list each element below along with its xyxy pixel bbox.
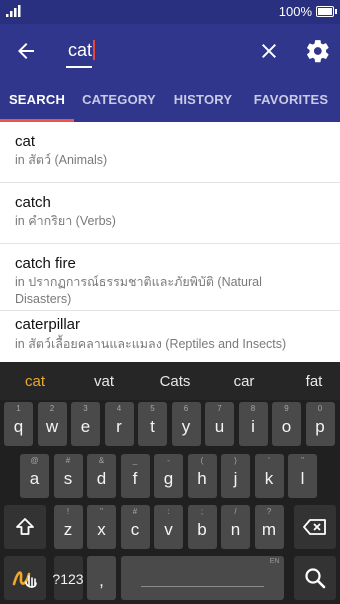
result-category: in ปรากฏการณ์ธรรมชาติและภัยพิบัติ (Natur… [15, 275, 262, 306]
suggestion-item[interactable]: fat [287, 362, 340, 400]
search-toolbar: cat [0, 24, 340, 78]
key-d[interactable]: & d [87, 454, 116, 498]
comma-key[interactable]: , [87, 556, 116, 600]
key-a[interactable]: @ a [20, 454, 49, 498]
key-o[interactable]: 9o [272, 402, 301, 446]
key-i[interactable]: 8i [238, 402, 268, 446]
search-input[interactable]: cat [68, 40, 96, 61]
search-results-list: cat in สัตว์ (Animals) catch in คำกริยา … [0, 122, 340, 360]
close-icon[interactable] [257, 39, 281, 63]
key-r[interactable]: 4r [104, 402, 134, 446]
swype-key[interactable] [4, 556, 46, 600]
result-word: caterpillar [15, 316, 81, 333]
space-bar-mark [140, 586, 264, 587]
key-b[interactable]: ; b [187, 505, 217, 549]
key-x[interactable]: " x [87, 505, 116, 549]
search-query-text: cat [68, 40, 93, 60]
gear-icon[interactable] [305, 38, 331, 64]
key-j[interactable]: ) j [221, 454, 250, 498]
key-h[interactable]: (h [187, 454, 217, 498]
backspace-key[interactable] [294, 505, 336, 549]
tab-favorites[interactable]: FAVORITES [242, 78, 340, 122]
list-item[interactable]: cat in สัตว์ (Animals) [0, 122, 340, 183]
key-k[interactable]: ' k [254, 454, 284, 498]
key-f[interactable]: _ f [120, 454, 150, 498]
search-icon [305, 568, 326, 589]
key-c[interactable]: # c [120, 505, 150, 549]
result-word: catch [15, 194, 51, 211]
key-s[interactable]: # s [53, 454, 83, 498]
key-y[interactable]: 6y [171, 402, 201, 446]
battery-icon [316, 6, 337, 17]
suggestion-item[interactable]: car [217, 362, 271, 400]
key-z[interactable]: ! z [53, 505, 83, 549]
text-cursor [93, 40, 96, 60]
key-u[interactable]: 7u [205, 402, 234, 446]
key-v[interactable]: :v [154, 505, 183, 549]
list-item[interactable]: catch fire in ปรากฏการณ์ธรรมชาติและภัยพิ… [0, 244, 340, 311]
signal-icon [6, 5, 21, 17]
key-w[interactable]: 2w [37, 402, 67, 446]
suggestion-item[interactable]: Cats [148, 362, 202, 400]
tab-search[interactable]: SEARCH [0, 78, 74, 122]
search-key[interactable] [294, 556, 336, 600]
tab-category[interactable]: CATEGORY [74, 78, 164, 122]
key-e[interactable]: 3e [71, 402, 100, 446]
result-category: in สัตว์เลื้อยคลานและแมลง (Reptiles and … [15, 337, 287, 351]
result-category: in คำกริยา (Verbs) [15, 214, 116, 228]
battery-percentage: 100% [278, 4, 312, 19]
suggestion-item[interactable]: vat [77, 362, 131, 400]
tab-bar: SEARCH CATEGORY HISTORY FAVORITES [0, 78, 340, 122]
shift-icon [16, 518, 34, 535]
suggestion-item[interactable]: cat [8, 362, 62, 400]
key-g[interactable]: -g [154, 454, 183, 498]
back-arrow-icon[interactable] [14, 39, 38, 63]
result-word: catch fire [15, 255, 76, 272]
key-q[interactable]: 1q [4, 402, 33, 446]
shift-key[interactable] [4, 505, 46, 549]
search-input-underline [66, 66, 92, 68]
status-bar: 100% [0, 0, 340, 24]
swype-icon [12, 571, 37, 588]
key-n[interactable]: / n [221, 505, 250, 549]
list-item[interactable]: catch in คำกริยา (Verbs) [0, 183, 340, 244]
key-l[interactable]: " l [288, 454, 317, 498]
key-p[interactable]: 0p [305, 402, 335, 446]
symbols-key[interactable]: ?123 [52, 556, 84, 600]
suggestion-strip: cat vat Cats car fat [0, 362, 340, 400]
key-t[interactable]: 5t [138, 402, 167, 446]
result-word: cat [15, 133, 36, 150]
soft-keyboard: cat vat Cats car fat 1q 2w 3e 4r 5t 6y 7… [0, 362, 340, 604]
list-item[interactable]: caterpillar in สัตว์เลื้อยคลานและแมลง (R… [0, 311, 340, 360]
key-m[interactable]: ? m [254, 505, 284, 549]
backspace-icon [303, 519, 326, 535]
tab-history[interactable]: HISTORY [164, 78, 242, 122]
space-key[interactable]: EN [120, 556, 284, 600]
result-category: in สัตว์ (Animals) [15, 153, 108, 167]
